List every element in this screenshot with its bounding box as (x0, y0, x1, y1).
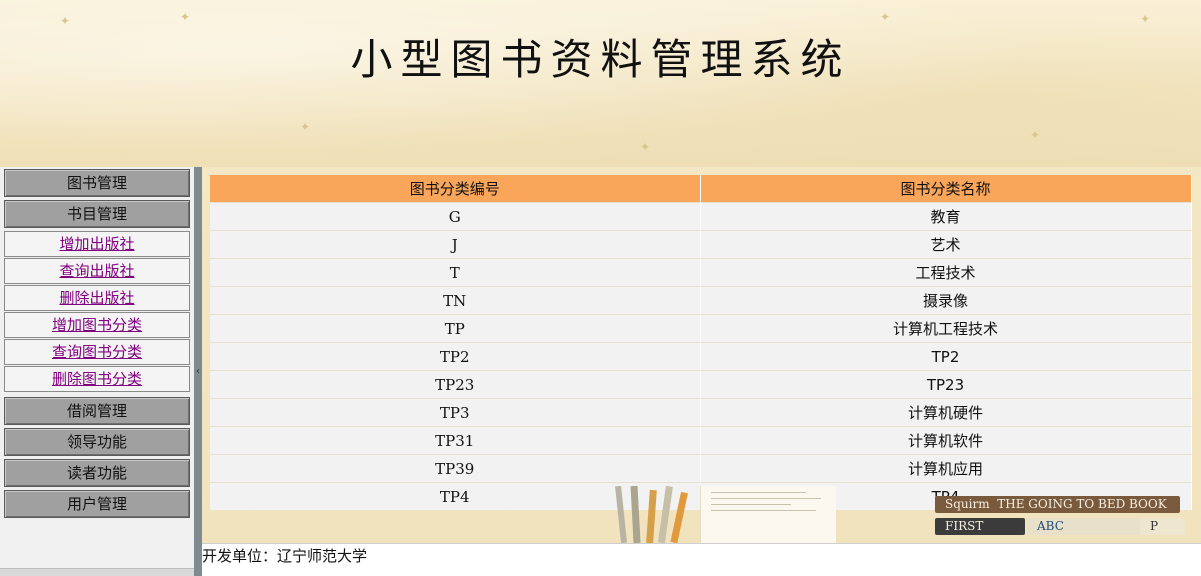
menu-catalog-management[interactable]: 书目管理 (4, 200, 190, 228)
menu-link-query-publisher[interactable]: 查询出版社 (4, 258, 190, 284)
notepaper-illustration (700, 486, 836, 543)
page-title: 小型图书资料管理系统 (350, 35, 851, 84)
book-spine: FIRST (935, 518, 1025, 535)
decor-speck: ✦ (640, 140, 651, 154)
collapse-arrow-icon[interactable]: ‹ (194, 367, 202, 377)
category-code: J (210, 230, 701, 259)
book-title: P (1150, 519, 1159, 533)
category-code: TP39 (210, 454, 701, 483)
menu-link-add-publisher[interactable]: 增加出版社 (4, 231, 190, 257)
paper-line (711, 510, 816, 511)
column-header-name: 图书分类名称 (700, 175, 1192, 203)
table-row: TN 摄录像 (210, 286, 1192, 315)
menu-user-management[interactable]: 用户管理 (4, 490, 190, 518)
table-row: TP2 TP2 (210, 342, 1192, 371)
table-header-row: 图书分类编号 图书分类名称 (210, 175, 1192, 203)
table-row: TP39 计算机应用 (210, 454, 1192, 483)
decor-speck: ✦ (1030, 128, 1041, 142)
category-name: TP2 (700, 342, 1192, 371)
category-table-container: 图书分类编号 图书分类名称 G 教育 J 艺术 T 工程技术 TN 摄录像 TP 计算机工… (210, 175, 1192, 510)
menu-link-add-category[interactable]: 增加图书分类 (4, 312, 190, 338)
table-row: J 艺术 (210, 230, 1192, 259)
table-row: TP31 计算机软件 (210, 426, 1192, 455)
category-code: TP23 (210, 370, 701, 399)
book-title: FIRST (945, 519, 984, 533)
category-code: T (210, 258, 701, 287)
category-name: 工程技术 (700, 258, 1192, 287)
menu-link-query-category[interactable]: 查询图书分类 (4, 339, 190, 365)
book-spine: Squirm THE GOING TO BED BOOK (935, 496, 1180, 513)
table-row: TP 计算机工程技术 (210, 314, 1192, 343)
category-name: 计算机硬件 (700, 398, 1192, 427)
category-code: TP3 (210, 398, 701, 427)
category-code: TP31 (210, 426, 701, 455)
menu-link-delete-category[interactable]: 删除图书分类 (4, 366, 190, 392)
menu-reader-functions[interactable]: 读者功能 (4, 459, 190, 487)
sidebar-status-bar (0, 568, 194, 576)
query-category-link[interactable]: 查询图书分类 (52, 343, 142, 361)
category-table: 图书分类编号 图书分类名称 G 教育 J 艺术 T 工程技术 TN 摄录像 TP 计算机工… (210, 175, 1192, 510)
decor-speck: ✦ (880, 10, 891, 24)
column-header-code: 图书分类编号 (210, 175, 701, 203)
category-name: 教育 (700, 202, 1192, 231)
app-frame: ✦ ✦ ✦ ✦ ✦ ✦ ✦ 小型图书资料管理系统 图书管理 书目管理 增加出版社… (0, 0, 1201, 576)
menu-book-management[interactable]: 图书管理 (4, 169, 190, 197)
category-code: TP2 (210, 342, 701, 371)
paper-line (711, 492, 806, 493)
add-publisher-link[interactable]: 增加出版社 (59, 235, 134, 253)
book-spine: P (1140, 518, 1185, 535)
category-name: 计算机应用 (700, 454, 1192, 483)
menu-leader-functions[interactable]: 领导功能 (4, 428, 190, 456)
table-row: T 工程技术 (210, 258, 1192, 287)
delete-publisher-link[interactable]: 删除出版社 (59, 289, 134, 307)
frame-splitter[interactable]: ‹ (194, 167, 202, 576)
table-row: TP23 TP23 (210, 370, 1192, 399)
pencils-illustration (615, 486, 688, 543)
decor-speck: ✦ (180, 10, 191, 24)
table-row: G 教育 (210, 202, 1192, 231)
category-name: 艺术 (700, 230, 1192, 259)
delete-category-link[interactable]: 删除图书分类 (52, 370, 142, 388)
book-spine: ABC (1027, 518, 1147, 535)
book-title: THE GOING TO BED BOOK (997, 497, 1167, 511)
category-name: 计算机软件 (700, 426, 1192, 455)
book-title: ABC (1037, 519, 1064, 533)
category-code: TN (210, 286, 701, 315)
category-code: G (210, 202, 701, 231)
menu-borrow-management[interactable]: 借阅管理 (4, 397, 190, 425)
decor-speck: ✦ (1140, 12, 1151, 26)
category-name: TP23 (700, 370, 1192, 399)
paper-line (711, 498, 821, 499)
books-illustration: Squirm THE GOING TO BED BOOK FIRST ABC P (935, 488, 1185, 543)
add-category-link[interactable]: 增加图书分类 (52, 316, 142, 334)
category-name: 摄录像 (700, 286, 1192, 315)
book-title: Squirm (945, 497, 990, 511)
table-row: TP3 计算机硬件 (210, 398, 1192, 427)
menu-link-delete-publisher[interactable]: 删除出版社 (4, 285, 190, 311)
decor-speck: ✦ (300, 120, 311, 134)
category-code: TP (210, 314, 701, 343)
footer-text: 开发单位：辽宁师范大学 (202, 547, 368, 565)
header-banner: ✦ ✦ ✦ ✦ ✦ ✦ ✦ 小型图书资料管理系统 (0, 0, 1201, 167)
paper-line (711, 504, 791, 505)
category-name: 计算机工程技术 (700, 314, 1192, 343)
query-publisher-link[interactable]: 查询出版社 (59, 262, 134, 280)
